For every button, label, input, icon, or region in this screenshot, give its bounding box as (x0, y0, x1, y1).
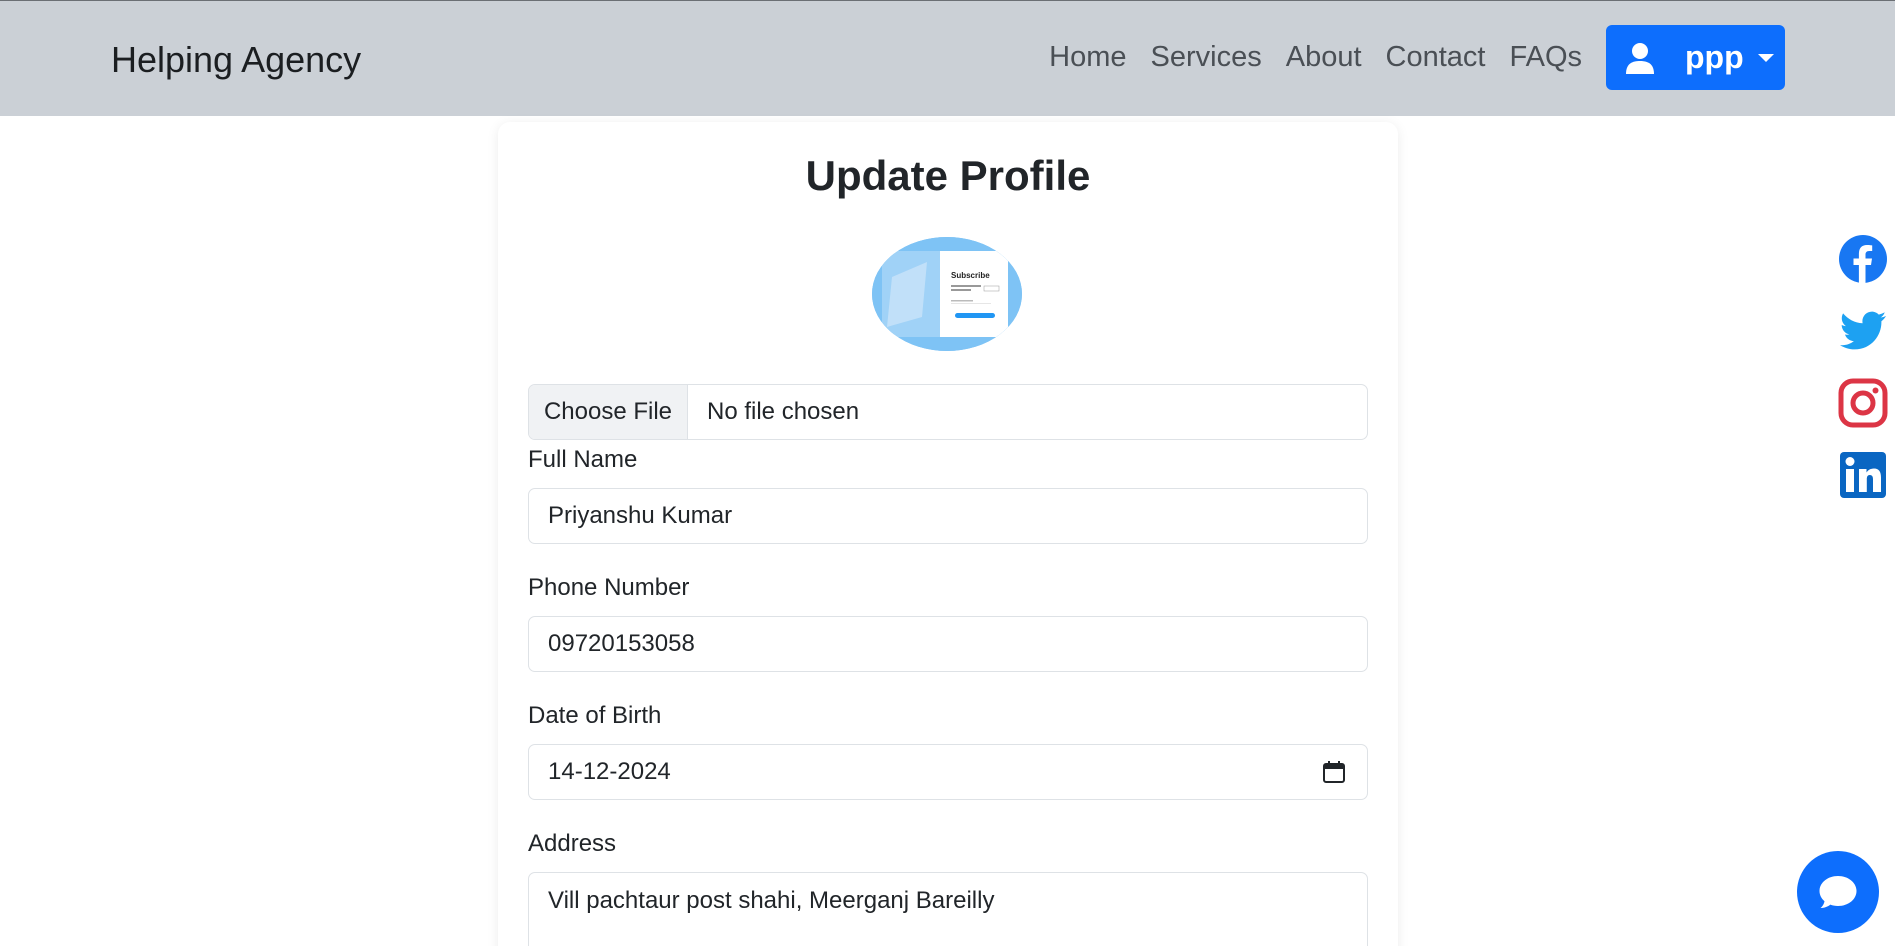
dob-value: 14-12-2024 (548, 758, 671, 785)
address-label: Address (528, 830, 617, 857)
facebook-icon[interactable] (1838, 234, 1888, 284)
phone-input[interactable]: 09720153058 (528, 616, 1368, 672)
avatar-subscribe-text: Subscribe (951, 271, 990, 280)
file-upload[interactable]: Choose File No file chosen (528, 384, 1368, 440)
user-menu-button[interactable]: ppp (1606, 25, 1785, 90)
nav-links: Home Services About Contact FAQs (1037, 41, 1594, 74)
profile-card: Update Profile Subscribe Choose File No … (498, 122, 1398, 946)
user-icon (1626, 42, 1654, 74)
nav-link-services[interactable]: Services (1139, 41, 1274, 74)
nav-link-faqs[interactable]: FAQs (1497, 41, 1594, 74)
page-title: Update Profile (805, 152, 1091, 199)
nav-link-about[interactable]: About (1274, 41, 1374, 74)
avatar: Subscribe (872, 237, 1022, 351)
brand-logo-text[interactable]: Helping Agency (111, 39, 361, 81)
choose-file-button[interactable]: Choose File (529, 385, 688, 439)
chat-bubble-icon (1819, 876, 1857, 908)
nav-link-home[interactable]: Home (1037, 41, 1138, 74)
chevron-down-icon (1757, 53, 1774, 62)
file-status: No file chosen (707, 398, 860, 425)
full-name-label: Full Name (528, 446, 638, 473)
calendar-icon[interactable] (1323, 761, 1345, 783)
dob-label: Date of Birth (528, 702, 662, 729)
linkedin-icon[interactable] (1838, 450, 1888, 500)
twitter-icon[interactable] (1838, 306, 1888, 356)
navbar: Helping Agency Home Services About Conta… (0, 0, 1895, 116)
user-name: ppp (1685, 39, 1744, 75)
chat-button[interactable] (1797, 851, 1879, 933)
phone-label: Phone Number (528, 574, 690, 601)
full-name-input[interactable]: Priyanshu Kumar (528, 488, 1368, 544)
address-textarea[interactable]: Vill pachtaur post shahi, Meerganj Barei… (528, 872, 1368, 946)
nav-link-contact[interactable]: Contact (1374, 41, 1498, 74)
dob-input[interactable]: 14-12-2024 (528, 744, 1368, 800)
instagram-icon[interactable] (1838, 378, 1888, 428)
